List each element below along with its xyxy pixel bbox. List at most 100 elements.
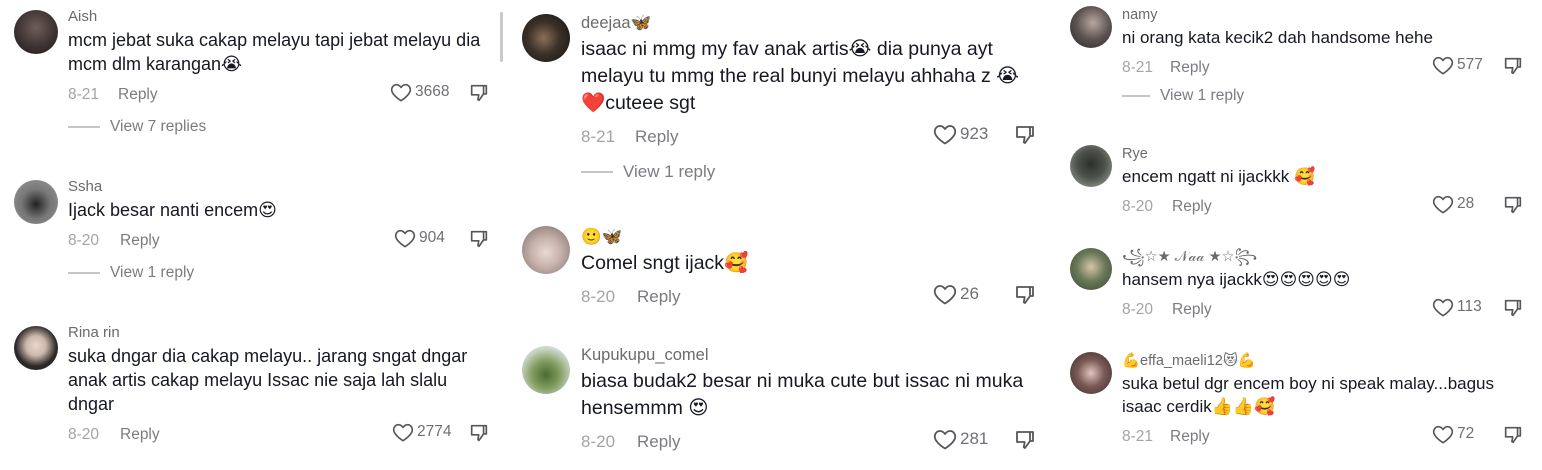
- like-button[interactable]: 281: [933, 428, 988, 450]
- reply-button[interactable]: Reply: [637, 287, 680, 307]
- divider-line: [1122, 95, 1150, 97]
- view-replies-label: View 1 reply: [1160, 87, 1245, 104]
- view-replies-button[interactable]: View 7 replies: [68, 116, 488, 138]
- comment-column-2: deejaa🦋 isaac ni mmg my fav anak artis😭 …: [508, 0, 1038, 470]
- like-button[interactable]: 113: [1432, 297, 1482, 317]
- comment-text: suka betul dgr encem boy ni speak malay.…: [1122, 374, 1495, 416]
- thumbs-down-icon[interactable]: [1013, 283, 1037, 307]
- avatar[interactable]: [522, 226, 570, 274]
- comment-date: 8-20: [581, 432, 616, 451]
- divider-line: [68, 272, 100, 274]
- comment-text: biasa budak2 besar ni muka cute but issa…: [581, 370, 1024, 419]
- comment-column-3: namy ni orang kata kecik2 dah handsome h…: [1060, 0, 1542, 470]
- thumbs-down-icon[interactable]: [1013, 428, 1037, 452]
- avatar[interactable]: [1070, 6, 1112, 48]
- like-button[interactable]: 26: [933, 283, 979, 305]
- view-replies-button[interactable]: View 1 reply: [68, 262, 488, 284]
- like-button[interactable]: 923: [933, 123, 988, 145]
- like-button[interactable]: 2774: [392, 422, 451, 442]
- reply-button[interactable]: Reply: [1170, 428, 1210, 446]
- comment-actions: 8-21 Reply 72: [1122, 424, 1532, 450]
- comment-text: isaac ni mmg my fav anak artis😭 dia puny…: [581, 38, 1019, 114]
- heart-outline-icon: [1432, 424, 1454, 444]
- view-replies-button[interactable]: View 1 reply: [1122, 85, 1532, 107]
- heart-outline-icon: [933, 283, 957, 305]
- avatar[interactable]: [1070, 352, 1112, 394]
- comment-actions: 8-21 Reply 3668: [68, 82, 488, 108]
- comment-date: 8-20: [1122, 198, 1154, 215]
- thumbs-down-icon[interactable]: [1502, 194, 1524, 216]
- reply-button[interactable]: Reply: [637, 432, 680, 452]
- heart-outline-icon: [933, 428, 957, 450]
- comment-text: mcm jebat suka cakap melayu tapi jebat m…: [68, 30, 481, 74]
- comment-actions: 8-21 Reply 577: [1122, 55, 1532, 81]
- comment-actions: 8-20 Reply 281: [581, 428, 1034, 456]
- reply-button[interactable]: Reply: [635, 127, 678, 147]
- comment-text: encem ngatt ni ijackkk 🥰: [1122, 167, 1316, 186]
- username[interactable]: Aish: [68, 8, 488, 26]
- avatar[interactable]: [1070, 248, 1112, 290]
- thumbs-down-icon[interactable]: [1013, 123, 1037, 147]
- username[interactable]: Rina rin: [68, 324, 488, 342]
- avatar[interactable]: [522, 14, 570, 62]
- reply-button[interactable]: Reply: [120, 426, 160, 444]
- like-count: 26: [960, 284, 979, 303]
- avatar[interactable]: [522, 346, 570, 394]
- comment-text: hansem nya ijackk😍😍😍😍😍: [1122, 270, 1351, 289]
- comment-text: suka dngar dia cakap melayu.. jarang sng…: [68, 346, 468, 414]
- comment-date: 8-20: [68, 426, 100, 443]
- like-button[interactable]: 28: [1432, 194, 1474, 214]
- avatar[interactable]: [14, 10, 58, 54]
- scrollbar[interactable]: [500, 12, 503, 62]
- thumbs-down-icon[interactable]: [1502, 297, 1524, 319]
- reply-button[interactable]: Reply: [120, 232, 160, 250]
- comment-date: 8-20: [68, 232, 100, 249]
- like-button[interactable]: 3668: [390, 82, 449, 102]
- heart-outline-icon: [392, 422, 414, 442]
- username[interactable]: Kupukupu_comel: [581, 344, 1028, 366]
- comment-date: 8-20: [581, 287, 616, 306]
- comment-text: Comel sngt ijack🥰: [581, 252, 749, 274]
- like-count: 72: [1457, 425, 1475, 442]
- username[interactable]: ꧁☆★ 𝒩𝒶𝒶 ★☆꧂: [1122, 248, 1532, 266]
- like-count: 923: [960, 124, 989, 143]
- heart-outline-icon: [1432, 297, 1454, 317]
- reply-button[interactable]: Reply: [1172, 198, 1212, 216]
- reply-button[interactable]: Reply: [1170, 59, 1210, 77]
- comment-date: 8-20: [1122, 301, 1154, 318]
- thumbs-down-icon[interactable]: [468, 82, 490, 104]
- username[interactable]: 💪effa_maeli12😻💪: [1122, 352, 1532, 370]
- divider-line: [68, 126, 100, 128]
- view-replies-label: View 1 reply: [623, 162, 716, 181]
- avatar[interactable]: [1070, 145, 1112, 187]
- username[interactable]: Rye: [1122, 145, 1532, 163]
- like-count: 2774: [417, 423, 452, 440]
- heart-outline-icon: [390, 82, 412, 102]
- avatar[interactable]: [14, 180, 58, 224]
- thumbs-down-icon[interactable]: [1502, 55, 1524, 77]
- thumbs-down-icon[interactable]: [468, 228, 490, 250]
- thumbs-down-icon[interactable]: [468, 422, 490, 444]
- username[interactable]: 🙂🦋: [581, 226, 1028, 248]
- comment-date: 8-21: [1122, 428, 1154, 445]
- heart-outline-icon: [1432, 194, 1454, 214]
- avatar[interactable]: [14, 326, 58, 370]
- username[interactable]: deejaa🦋: [581, 12, 1028, 34]
- like-button[interactable]: 577: [1432, 55, 1483, 75]
- like-count: 3668: [415, 83, 450, 100]
- reply-button[interactable]: Reply: [118, 86, 158, 104]
- heart-outline-icon: [1432, 55, 1454, 75]
- view-replies-button[interactable]: View 1 reply: [581, 161, 1028, 183]
- like-count: 281: [960, 429, 989, 448]
- username[interactable]: namy: [1122, 6, 1532, 24]
- like-count: 577: [1457, 56, 1483, 73]
- like-count: 904: [419, 229, 445, 246]
- thumbs-down-icon[interactable]: [1502, 424, 1524, 446]
- view-replies-label: View 7 replies: [110, 118, 207, 135]
- reply-button[interactable]: Reply: [1172, 301, 1212, 319]
- username[interactable]: Ssha: [68, 178, 488, 196]
- like-button[interactable]: 72: [1432, 424, 1474, 444]
- heart-outline-icon: [933, 123, 957, 145]
- like-button[interactable]: 904: [394, 228, 445, 248]
- comment-date: 8-21: [68, 86, 100, 103]
